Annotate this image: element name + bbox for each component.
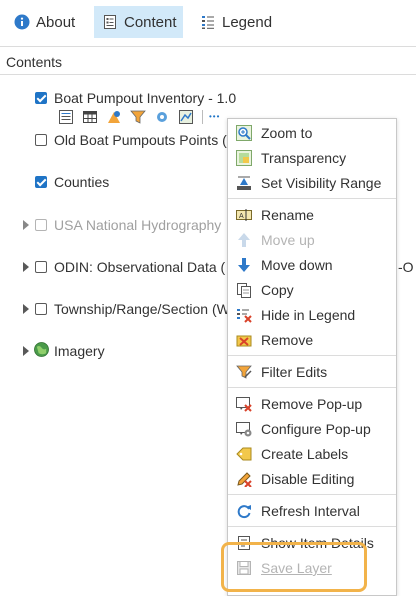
- copy-icon: [237, 283, 251, 298]
- expand-caret-icon[interactable]: [23, 262, 29, 272]
- info-icon: [14, 14, 30, 30]
- remove-popup-icon: [236, 397, 252, 412]
- menu-item-set-visibility-range[interactable]: Set Visibility Range: [228, 171, 396, 195]
- layer-checkbox-boat-pumpout[interactable]: [35, 92, 47, 104]
- layer-label-township[interactable]: Township/Range/Section (W: [54, 301, 230, 317]
- menu-label-create-labels: Create Labels: [261, 446, 349, 462]
- filter-icon[interactable]: [130, 109, 146, 125]
- menu-item-rename[interactable]: A Rename: [228, 203, 396, 227]
- menu-item-move-down[interactable]: Move down: [228, 253, 396, 277]
- menu-item-zoom-to[interactable]: Zoom to: [228, 121, 396, 145]
- layer-label-boat-pumpout[interactable]: Boat Pumpout Inventory - 1.0: [54, 90, 236, 106]
- tab-about[interactable]: About: [8, 6, 79, 38]
- menu-label-hide-in-legend: Hide in Legend: [261, 307, 356, 323]
- arrow-up-icon: [238, 233, 250, 247]
- menu-separator: [228, 387, 396, 388]
- hide-legend-icon: [237, 309, 252, 323]
- arrow-down-icon: [238, 258, 250, 272]
- menu-label-refresh-interval: Refresh Interval: [261, 503, 360, 519]
- menu-label-zoom-to: Zoom to: [261, 125, 313, 141]
- attribute-table-icon[interactable]: [82, 109, 98, 125]
- menu-item-refresh-interval[interactable]: Refresh Interval: [228, 499, 396, 523]
- menu-item-remove-popup[interactable]: Remove Pop-up: [228, 392, 396, 416]
- expand-caret-icon[interactable]: [23, 220, 29, 230]
- rename-icon: A: [236, 209, 252, 221]
- menu-label-move-down: Move down: [261, 257, 333, 273]
- analysis-icon[interactable]: [154, 109, 170, 125]
- legend-list-icon: [202, 16, 214, 29]
- save-icon: [237, 561, 251, 575]
- svg-text:A: A: [239, 213, 244, 220]
- menu-label-show-item-details: Show Item Details: [261, 535, 374, 551]
- layer-checkbox-usa-hydro[interactable]: [35, 219, 47, 231]
- menu-item-save-layer[interactable]: Save Layer: [228, 556, 396, 580]
- tab-content-label: Content: [124, 13, 177, 31]
- menu-label-move-up: Move up: [261, 232, 315, 248]
- layer-label-odin[interactable]: ODIN: Observational Data (: [54, 259, 225, 275]
- menu-item-copy[interactable]: Copy: [228, 278, 396, 302]
- content-document-icon: [104, 15, 116, 29]
- layer-label-usa-hydro[interactable]: USA National Hydrography: [54, 217, 221, 233]
- menu-item-remove[interactable]: Remove: [228, 328, 396, 352]
- layer-tools: •••: [58, 108, 220, 126]
- tab-bar: About Content Legend: [8, 6, 416, 40]
- menu-label-remove-popup: Remove Pop-up: [261, 396, 363, 412]
- more-options-icon[interactable]: •••: [209, 109, 220, 125]
- disable-editing-icon: [237, 472, 252, 487]
- layer-label-odin-tail: -O: [398, 259, 414, 275]
- filter-edits-icon: [236, 365, 252, 379]
- menu-label-filter-edits: Filter Edits: [261, 364, 328, 380]
- menu-label-configure-popup: Configure Pop-up: [261, 421, 371, 437]
- menu-label-set-visibility-range: Set Visibility Range: [261, 175, 382, 191]
- tool-separator: [202, 110, 203, 124]
- menu-item-create-labels[interactable]: Create Labels: [228, 442, 396, 466]
- transparency-icon: [236, 150, 252, 166]
- tab-legend[interactable]: Legend: [196, 6, 276, 38]
- layer-checkbox-township[interactable]: [35, 303, 47, 315]
- layer-checkbox-old-boat[interactable]: [35, 134, 47, 146]
- map-view-icon[interactable]: [178, 109, 194, 125]
- menu-separator: [228, 526, 396, 527]
- menu-item-disable-editing[interactable]: Disable Editing: [228, 467, 396, 491]
- contents-heading: Contents: [6, 54, 63, 70]
- menu-item-show-item-details[interactable]: Show Item Details: [228, 531, 396, 555]
- menu-label-remove: Remove: [261, 332, 314, 348]
- menu-item-move-up[interactable]: Move up: [228, 228, 396, 252]
- configure-popup-icon: [236, 422, 252, 437]
- contents-divider: [0, 74, 416, 75]
- layer-label-imagery[interactable]: Imagery: [54, 343, 105, 359]
- menu-separator: [228, 355, 396, 356]
- layer-label-old-boat[interactable]: Old Boat Pumpouts Points (: [54, 132, 227, 148]
- menu-item-transparency[interactable]: Transparency: [228, 146, 396, 170]
- globe-icon: [34, 342, 49, 357]
- tab-legend-label: Legend: [222, 13, 273, 31]
- expand-caret-icon[interactable]: [23, 346, 29, 356]
- menu-label-disable-editing: Disable Editing: [261, 471, 355, 487]
- item-details-icon: [238, 536, 250, 550]
- tab-divider: [0, 46, 416, 47]
- remove-icon: [236, 335, 252, 347]
- refresh-icon: [237, 505, 251, 519]
- menu-item-filter-edits[interactable]: Filter Edits: [228, 360, 396, 384]
- tab-content[interactable]: Content: [94, 6, 183, 38]
- expand-caret-icon[interactable]: [23, 304, 29, 314]
- menu-label-copy: Copy: [261, 282, 294, 298]
- menu-label-save-layer: Save Layer: [261, 560, 332, 576]
- visibility-range-icon: [237, 176, 251, 190]
- layer-label-counties[interactable]: Counties: [54, 174, 109, 190]
- menu-item-hide-in-legend[interactable]: Hide in Legend: [228, 303, 396, 327]
- menu-label-rename: Rename: [261, 207, 314, 223]
- layer-checkbox-counties[interactable]: [35, 176, 47, 188]
- menu-item-configure-popup[interactable]: Configure Pop-up: [228, 417, 396, 441]
- layer-checkbox-odin[interactable]: [35, 261, 47, 273]
- menu-separator: [228, 494, 396, 495]
- menu-label-transparency: Transparency: [261, 150, 347, 166]
- change-style-icon[interactable]: [106, 109, 122, 125]
- layer-context-menu: Zoom to Transparency Set Visibility Rang…: [227, 118, 397, 596]
- menu-separator: [228, 198, 396, 199]
- zoom-to-icon: [236, 125, 252, 141]
- create-labels-icon: [236, 447, 252, 461]
- tab-about-label: About: [36, 13, 76, 31]
- legend-toggle-icon[interactable]: [58, 109, 74, 125]
